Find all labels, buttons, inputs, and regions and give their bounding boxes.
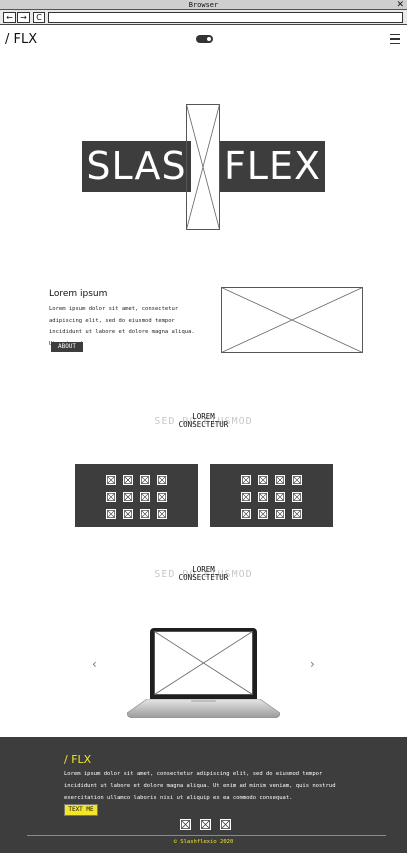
toggle-icon[interactable] (196, 35, 213, 43)
window-titlebar: Browser ✕ (0, 0, 407, 10)
image-placeholder-icon (157, 492, 167, 502)
hero-image-placeholder (186, 104, 220, 230)
image-placeholder-icon (157, 509, 167, 519)
social-icon[interactable] (200, 819, 211, 830)
image-placeholder-icon (106, 475, 116, 485)
footer: / FLX Lorem ipsum dolor sit amet, consec… (0, 737, 407, 853)
image-placeholder-icon (241, 475, 251, 485)
image-placeholder-icon (123, 509, 133, 519)
image-placeholder-icon (241, 509, 251, 519)
image-placeholder-icon (106, 509, 116, 519)
url-bar[interactable] (48, 12, 403, 23)
social-icons (180, 819, 231, 830)
footer-text: Lorem ipsum dolor sit amet, consectetur … (64, 771, 336, 801)
about-button[interactable]: ABOUT (51, 342, 83, 352)
copyright-text: © Slashflexio 2020 (173, 839, 234, 845)
about-title: Lorem ipsum (49, 289, 108, 299)
image-placeholder-icon (157, 475, 167, 485)
site-logo[interactable]: / FLX (5, 32, 37, 47)
services-card-left[interactable] (75, 464, 198, 527)
image-placeholder-icon (123, 475, 133, 485)
image-placeholder-icon (258, 492, 268, 502)
forward-button[interactable]: → (17, 12, 30, 23)
hero-word-left: SLAS (82, 141, 191, 192)
image-placeholder-icon (140, 475, 150, 485)
services-card-right[interactable] (210, 464, 333, 527)
image-placeholder-icon (275, 475, 285, 485)
section-title-line2: CONSECTETUR (178, 573, 229, 582)
image-placeholder-icon (123, 492, 133, 502)
image-placeholder-icon (275, 509, 285, 519)
text-me-button[interactable]: TEXT ME (64, 804, 98, 816)
image-placeholder-icon (292, 492, 302, 502)
laptop-mockup (150, 628, 257, 699)
image-placeholder-icon (241, 492, 251, 502)
image-placeholder-icon (292, 475, 302, 485)
image-placeholder-icon (140, 492, 150, 502)
back-button[interactable]: ← (3, 12, 16, 23)
reload-button[interactable]: C (33, 12, 45, 23)
window-title: Browser (188, 1, 219, 9)
about-image-placeholder (221, 287, 363, 353)
chevron-left-icon[interactable]: ‹ (92, 657, 97, 671)
laptop-image-placeholder (154, 631, 253, 695)
browser-toolbar: ← → C (0, 10, 407, 25)
image-placeholder-icon (275, 492, 285, 502)
image-placeholder-icon (258, 509, 268, 519)
image-placeholder-icon (140, 509, 150, 519)
icon-grid (241, 475, 302, 519)
social-icon[interactable] (220, 819, 231, 830)
image-placeholder-icon (258, 475, 268, 485)
icon-grid (106, 475, 167, 519)
social-icon[interactable] (180, 819, 191, 830)
laptop-base (127, 699, 280, 718)
footer-divider (27, 835, 386, 836)
hero-word-right: FLEX (220, 141, 325, 192)
image-placeholder-icon (292, 509, 302, 519)
chevron-right-icon[interactable]: › (310, 657, 315, 671)
close-icon[interactable]: ✕ (396, 0, 404, 10)
image-placeholder-icon (106, 492, 116, 502)
footer-logo[interactable]: / FLX (64, 753, 91, 766)
hamburger-icon[interactable] (390, 34, 400, 44)
section-title-line2: CONSECTETUR (178, 420, 229, 429)
